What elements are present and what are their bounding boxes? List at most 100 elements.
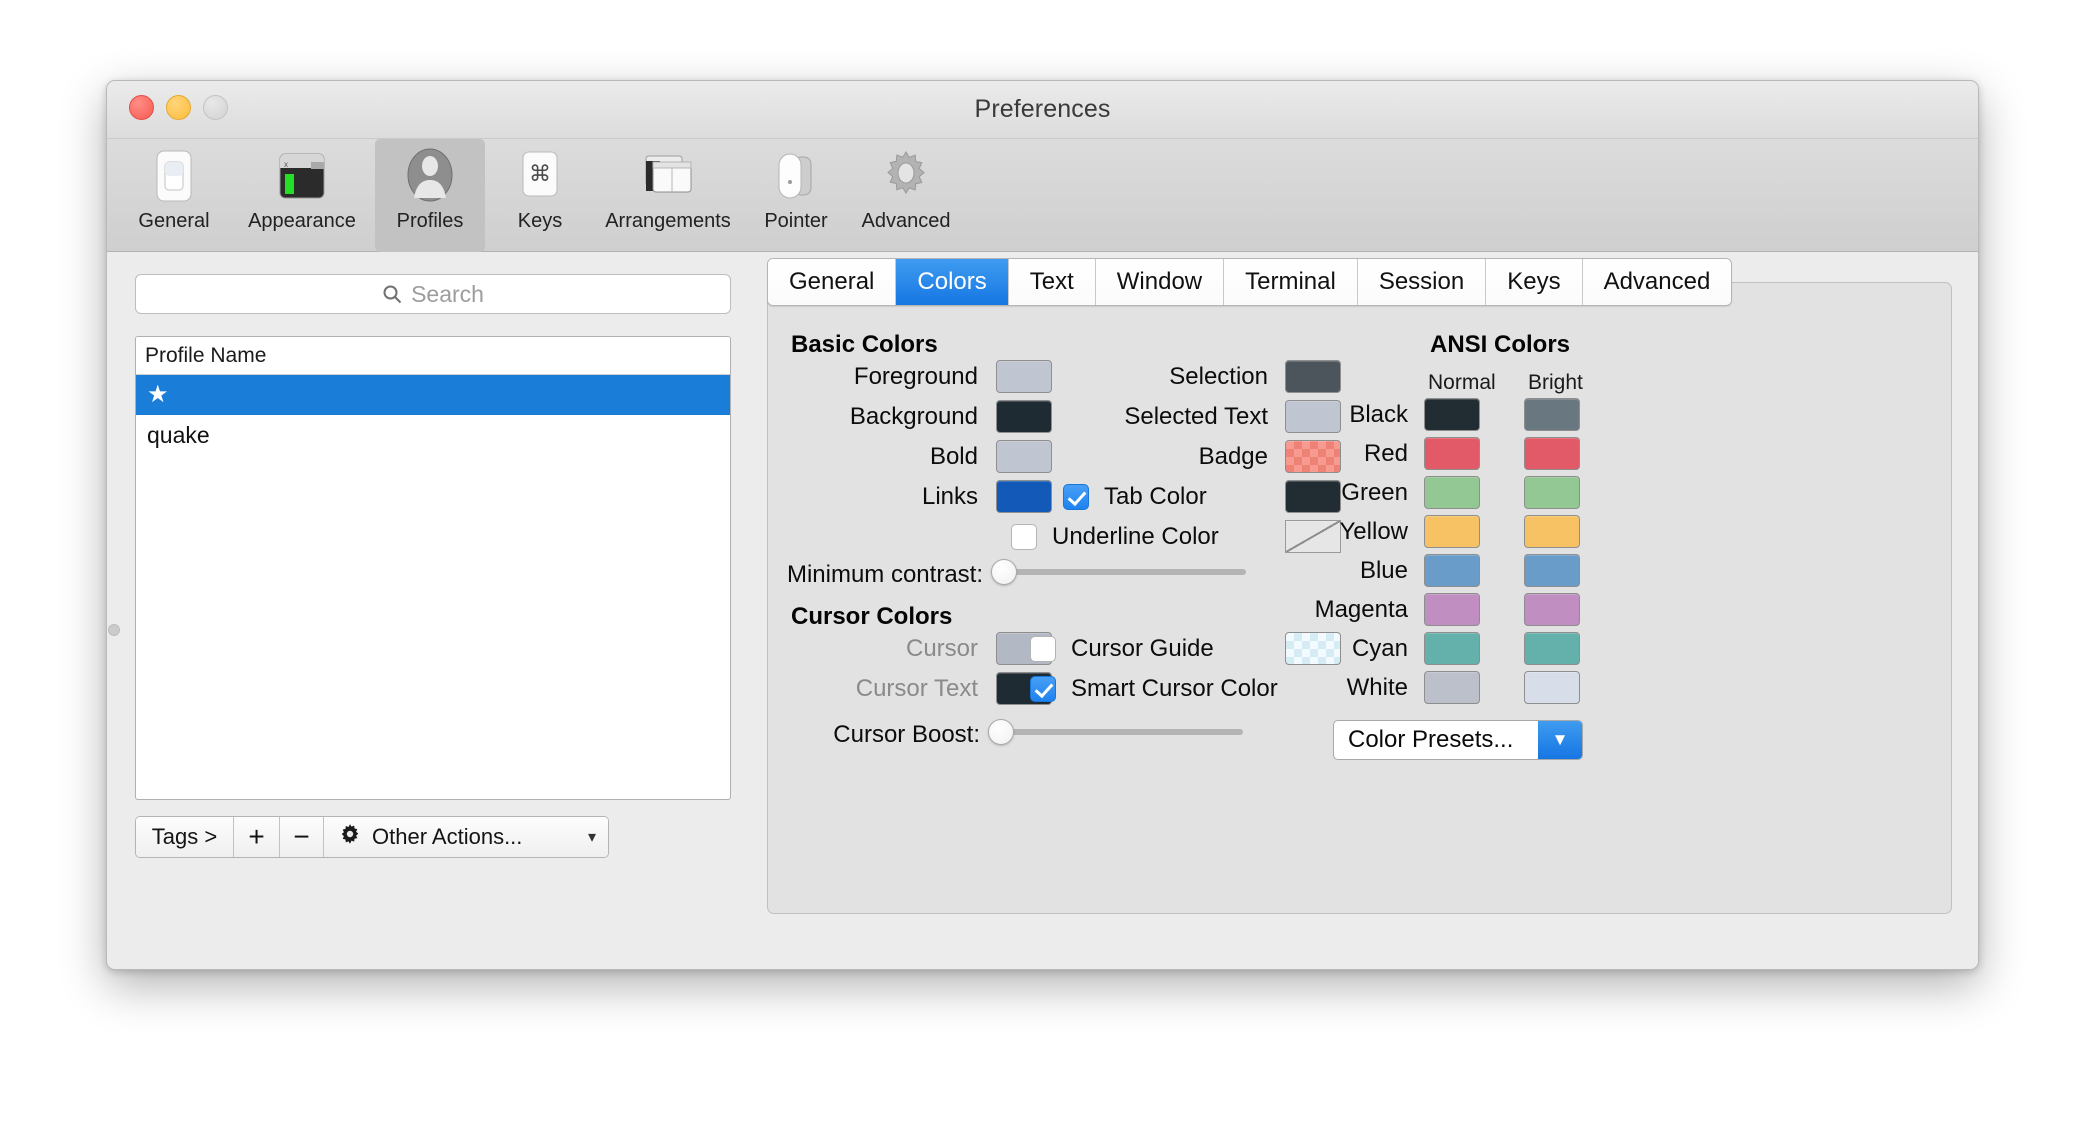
other-actions-button[interactable]: Other Actions... ▾ (324, 817, 608, 857)
cursor-guide-label: Cursor Guide (1071, 635, 1214, 662)
table-row[interactable]: quake (136, 415, 730, 455)
ansi-green-normal-swatch[interactable] (1424, 476, 1480, 509)
split-handle-dot[interactable] (108, 624, 120, 636)
profiles-table[interactable]: Profile Name ★ quake (135, 336, 731, 800)
toolbar-item-general[interactable]: General (119, 139, 229, 237)
tab-colors[interactable]: Colors (896, 259, 1009, 305)
add-profile-button[interactable]: + (234, 817, 280, 857)
toolbar-item-arrangements[interactable]: Arrangements (595, 139, 741, 237)
appearance-terminal-icon: x (231, 145, 373, 207)
tab-window[interactable]: Window (1095, 259, 1225, 305)
toolbar-label-general: General (138, 210, 210, 232)
foreground-color-swatch[interactable] (996, 360, 1052, 393)
toolbar-item-advanced[interactable]: Advanced (851, 139, 961, 237)
ansi-black-normal-swatch[interactable] (1424, 398, 1480, 431)
cursor-boost-slider[interactable] (988, 719, 1243, 745)
background-color-swatch[interactable] (996, 400, 1052, 433)
ansi-bright-header: Bright (1528, 371, 1583, 394)
ansi-yellow-label: Yellow (1339, 518, 1409, 545)
toolbar-label-pointer: Pointer (764, 210, 828, 232)
toolbar-item-pointer[interactable]: Pointer (741, 139, 851, 237)
underline-color-checkbox[interactable] (1011, 524, 1037, 550)
ansi-black-label: Black (1349, 401, 1408, 428)
selection-label: Selection (1169, 363, 1268, 390)
ansi-blue-normal-swatch[interactable] (1424, 554, 1480, 587)
tab-text[interactable]: Text (1008, 259, 1096, 305)
window-title: Preferences (974, 95, 1111, 123)
ansi-cyan-normal-swatch[interactable] (1424, 632, 1480, 665)
tab-color-label: Tab Color (1104, 483, 1207, 510)
cursor-label: Cursor (905, 635, 978, 662)
cursor-text-label: Cursor Text (855, 675, 978, 702)
profile-settings-area: General Colors Text Window Terminal Sess… (749, 252, 1978, 969)
arrangements-windows-icon (597, 145, 739, 207)
cursor-guide-checkbox[interactable] (1030, 636, 1056, 662)
minimum-contrast-slider[interactable] (991, 559, 1246, 585)
search-icon (382, 284, 402, 304)
preferences-body: Search Profile Name ★ quake Tags > + − O… (107, 252, 1978, 969)
toolbar-label-keys: Keys (517, 210, 563, 232)
ansi-green-label: Green (1341, 479, 1408, 506)
tab-general[interactable]: General (768, 259, 897, 305)
cursor-boost-label: Cursor Boost: (833, 721, 980, 748)
screen: Preferences General x Appearance Profile… (0, 0, 2088, 1130)
tab-keys[interactable]: Keys (1486, 259, 1583, 305)
profile-row-label: quake (147, 421, 210, 448)
general-switch-icon (121, 145, 227, 207)
slider-knob[interactable] (991, 559, 1017, 585)
tab-color-checkbox[interactable] (1063, 484, 1089, 510)
toolbar-item-appearance[interactable]: x Appearance (229, 139, 375, 237)
selection-color-swatch[interactable] (1285, 360, 1341, 393)
ansi-green-bright-swatch[interactable] (1524, 476, 1580, 509)
toolbar-label-advanced: Advanced (861, 210, 951, 232)
links-color-swatch[interactable] (996, 480, 1052, 513)
remove-profile-button[interactable]: − (280, 817, 324, 857)
toolbar-item-profiles[interactable]: Profiles (375, 139, 485, 252)
chevron-down-icon[interactable]: ▼ (1538, 721, 1582, 759)
svg-text:x: x (284, 160, 288, 169)
tags-button[interactable]: Tags > (136, 817, 234, 857)
ansi-red-normal-swatch[interactable] (1424, 437, 1480, 470)
ansi-red-bright-swatch[interactable] (1524, 437, 1580, 470)
table-row[interactable]: ★ (136, 375, 730, 415)
minimum-contrast-label: Minimum contrast: (786, 561, 983, 588)
ansi-white-normal-swatch[interactable] (1424, 671, 1480, 704)
ansi-cyan-label: Cyan (1351, 635, 1408, 662)
preferences-toolbar: General x Appearance Profiles ⌘ Keys Arr… (107, 139, 1978, 252)
tab-session[interactable]: Session (1357, 259, 1487, 305)
ansi-normal-header: Normal (1428, 371, 1496, 394)
profiles-person-icon (377, 145, 483, 207)
preferences-window: Preferences General x Appearance Profile… (106, 80, 1979, 970)
chevron-down-icon: ▾ (587, 829, 596, 846)
basic-colors-title: Basic Colors (791, 331, 938, 358)
ansi-magenta-normal-swatch[interactable] (1424, 593, 1480, 626)
svg-text:⌘: ⌘ (529, 161, 551, 186)
profile-tabbar: General Colors Text Window Terminal Sess… (767, 258, 1733, 306)
keys-command-key-icon: ⌘ (487, 145, 593, 207)
tab-advanced[interactable]: Advanced (1582, 259, 1732, 305)
toolbar-label-profiles: Profiles (396, 210, 464, 232)
gear-icon (338, 822, 362, 852)
colors-panel: Basic Colors Foreground Background Bold … (767, 282, 1952, 914)
ansi-yellow-normal-swatch[interactable] (1424, 515, 1480, 548)
color-presets-dropdown[interactable]: Color Presets... ▼ (1333, 720, 1583, 760)
toolbar-item-keys[interactable]: ⌘ Keys (485, 139, 595, 237)
cursor-colors-title: Cursor Colors (791, 603, 953, 630)
badge-label: Badge (1198, 443, 1268, 470)
other-actions-label: Other Actions... (372, 824, 523, 849)
profile-row-label: ★ (147, 381, 169, 408)
ansi-cyan-bright-swatch[interactable] (1524, 632, 1580, 665)
ansi-colors-title: ANSI Colors (1430, 331, 1571, 358)
foreground-label: Foreground (853, 363, 978, 390)
ansi-blue-bright-swatch[interactable] (1524, 554, 1580, 587)
ansi-white-bright-swatch[interactable] (1524, 671, 1580, 704)
bold-color-swatch[interactable] (996, 440, 1052, 473)
smart-cursor-color-checkbox[interactable] (1030, 676, 1056, 702)
tab-terminal[interactable]: Terminal (1224, 259, 1358, 305)
slider-knob[interactable] (988, 719, 1014, 745)
slider-track (991, 569, 1246, 575)
ansi-magenta-bright-swatch[interactable] (1524, 593, 1580, 626)
ansi-yellow-bright-swatch[interactable] (1524, 515, 1580, 548)
ansi-black-bright-swatch[interactable] (1524, 398, 1580, 431)
search-input[interactable]: Search (135, 274, 731, 314)
